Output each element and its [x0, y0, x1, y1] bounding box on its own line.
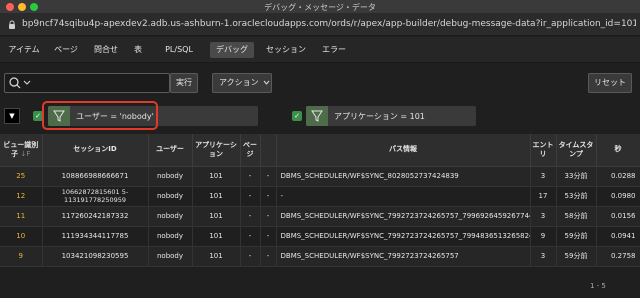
table-row[interactable]: 10 111934344117785 nobody 101 - - DBMS_S… [0, 226, 640, 247]
actions-menu-button[interactable]: アクション [212, 73, 272, 93]
search-box [4, 73, 170, 93]
window-titlebar: デバッグ・メッセージ・データ [0, 0, 640, 14]
tab-queries[interactable]: 問合せ [88, 42, 124, 58]
cell-path-info: DBMS_SCHEDULER/WF$SYNC_7992723724265757_… [276, 226, 531, 247]
cell-seconds: 0.0288 [596, 166, 640, 187]
cell-blank: - [260, 186, 277, 207]
funnel-icon [306, 106, 328, 126]
tab-tables[interactable]: 表 [128, 42, 148, 58]
col-header-application[interactable]: アプリケーション [192, 134, 241, 167]
cell-blank: - [260, 166, 277, 187]
cell-seconds: 0.2758 [596, 246, 640, 267]
cell-view-id[interactable]: 25 [0, 166, 43, 187]
cell-entries: 9 [530, 226, 557, 247]
cell-session-id: 108866988666671 [42, 166, 149, 187]
cell-entries: 17 [530, 186, 557, 207]
collapse-filters-button[interactable]: ▼ [4, 108, 20, 124]
col-header-user[interactable]: ユーザー [148, 134, 193, 167]
annotation-highlight-box [42, 101, 158, 130]
address-bar[interactable]: bp9ncf74sqibu4p-apexdev2.adb.us-ashburn-… [0, 14, 640, 36]
cell-user: nobody [148, 246, 193, 267]
cell-session-id: 103421098230595 [42, 246, 149, 267]
filter-app-text: アプリケーション = 101 [334, 112, 425, 121]
cell-application: 101 [192, 226, 241, 247]
col-header-view-id[interactable]: ビュー識別子 ↓F [0, 134, 43, 167]
search-input[interactable] [37, 76, 167, 90]
cell-timestamp: 58分前 [556, 206, 597, 227]
table-row[interactable]: 9 103421098230595 nobody 101 - - DBMS_SC… [0, 246, 640, 267]
col-header-timestamp[interactable]: タイムスタンプ [556, 134, 597, 167]
cell-session-id: 10662872815601 5-113191778250959 [42, 186, 149, 207]
cell-path-info: DBMS_SCHEDULER/WF$SYNC_7992723724265757 [276, 246, 531, 267]
tab-bar: アイテム ページ 問合せ 表 PL/SQL デバッグ セッション エラー [0, 37, 640, 63]
actions-label: アクション [219, 78, 259, 87]
cell-page: - [240, 166, 261, 187]
cell-path-info: DBMS_SCHEDULER/WF$SYNC_8028052737424839 [276, 166, 531, 187]
col-header-page[interactable]: ページ [240, 134, 261, 167]
cell-timestamp: 33分前 [556, 166, 597, 187]
cell-page: - [240, 226, 261, 247]
cell-seconds: 0.0941 [596, 226, 640, 247]
table-row[interactable]: 12 10662872815601 5-113191778250959 nobo… [0, 186, 640, 207]
go-button[interactable]: 実行 [170, 73, 198, 93]
cell-path-info: - [276, 186, 531, 207]
cell-timestamp: 59分前 [556, 226, 597, 247]
filter-app-pill[interactable]: アプリケーション = 101 [306, 106, 476, 126]
cell-entries: 3 [530, 246, 557, 267]
cell-page: - [240, 246, 261, 267]
col-header-path-info[interactable]: パス情報 [276, 134, 531, 167]
cell-user: nobody [148, 206, 193, 227]
cell-seconds: 0.0980 [596, 186, 640, 207]
cell-page: - [240, 206, 261, 227]
report-toolbar: 実行 アクション リセット [0, 66, 640, 100]
cell-timestamp: 53分前 [556, 186, 597, 207]
tab-debug[interactable]: デバッグ [210, 42, 254, 58]
cell-user: nobody [148, 186, 193, 207]
reset-button[interactable]: リセット [588, 73, 632, 93]
tab-items[interactable]: アイテム [4, 42, 44, 58]
cell-seconds: 0.0156 [596, 206, 640, 227]
search-icon[interactable] [7, 76, 35, 90]
pagination-text: 1 - 5 [590, 282, 606, 290]
cell-view-id[interactable]: 11 [0, 206, 43, 227]
table-row[interactable]: 11 117260242187332 nobody 101 - - DBMS_S… [0, 206, 640, 227]
window-title: デバッグ・メッセージ・データ [264, 3, 376, 12]
chevron-down-icon [263, 80, 270, 85]
cell-session-id: 117260242187332 [42, 206, 149, 227]
cell-session-id: 111934344117785 [42, 226, 149, 247]
cell-timestamp: 59分前 [556, 246, 597, 267]
cell-view-id[interactable]: 9 [0, 246, 43, 267]
col-header-blank[interactable] [260, 134, 277, 167]
debug-report-table: ビュー識別子 ↓F セッションID ユーザー アプリケーション ページ パス情報… [0, 134, 640, 267]
col-header-entries[interactable]: エントリ [530, 134, 557, 167]
cell-blank: - [260, 206, 277, 227]
cell-blank: - [260, 226, 277, 247]
col-header-session-id[interactable]: セッションID [42, 134, 149, 167]
col-header-seconds[interactable]: 秒 [596, 134, 640, 167]
url-text[interactable]: bp9ncf74sqibu4p-apexdev2.adb.us-ashburn-… [22, 19, 636, 29]
cell-application: 101 [192, 186, 241, 207]
cell-application: 101 [192, 246, 241, 267]
tab-sessions[interactable]: セッション [262, 42, 310, 58]
cell-application: 101 [192, 166, 241, 187]
tab-pages[interactable]: ページ [48, 42, 84, 58]
lock-icon [9, 20, 15, 29]
table-row[interactable]: 25 108866988666671 nobody 101 - - DBMS_S… [0, 166, 640, 187]
cell-view-id[interactable]: 12 [0, 186, 43, 207]
tab-plsql[interactable]: PL/SQL [160, 42, 198, 58]
tab-errors[interactable]: エラー [320, 42, 348, 58]
cell-user: nobody [148, 226, 193, 247]
cell-page: - [240, 186, 261, 207]
cell-view-id[interactable]: 10 [0, 226, 43, 247]
table-header-row: ビュー識別子 ↓F セッションID ユーザー アプリケーション ページ パス情報… [0, 134, 640, 167]
filter-app-checkbox[interactable]: ✓ [292, 111, 302, 121]
cell-entries: 3 [530, 206, 557, 227]
cell-entries: 3 [530, 166, 557, 187]
cell-user: nobody [148, 166, 193, 187]
cell-application: 101 [192, 206, 241, 227]
cell-blank: - [260, 246, 277, 267]
cell-path-info: DBMS_SCHEDULER/WF$SYNC_7992723724265757_… [276, 206, 531, 227]
